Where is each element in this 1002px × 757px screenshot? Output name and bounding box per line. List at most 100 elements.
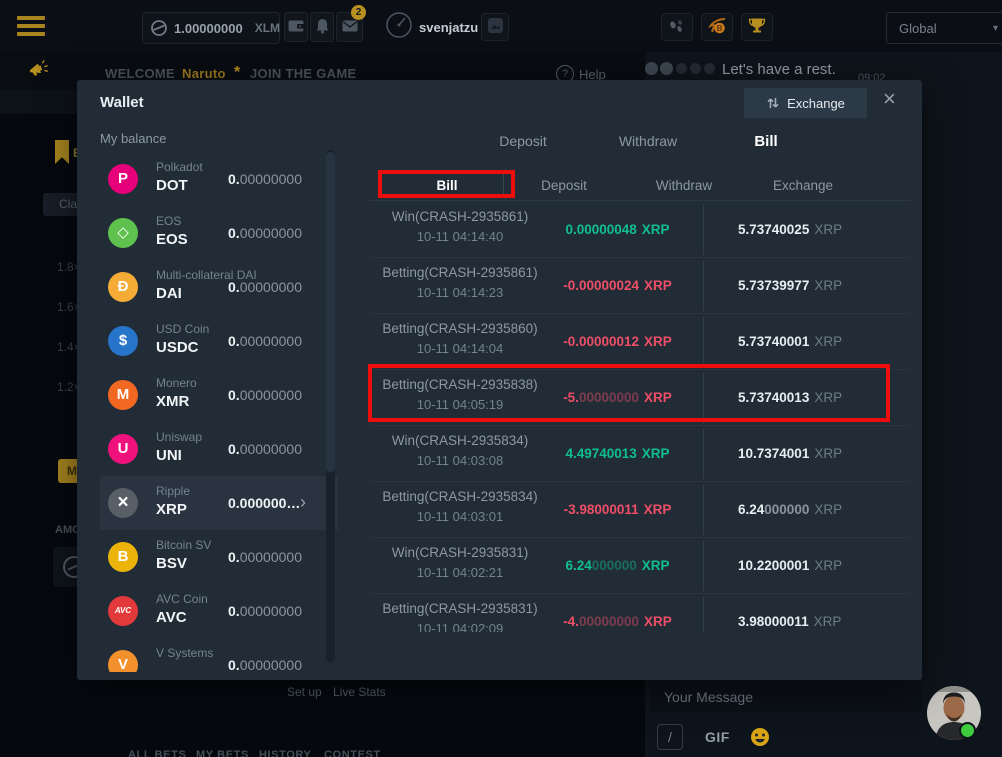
coin-row-avc[interactable]: AVC AVC Coin AVC 0.00000000 <box>100 584 338 638</box>
coin-balance: 0.00000000 <box>228 333 302 349</box>
coin-row-usdc[interactable]: $ USD Coin USDC 0.00000000 <box>100 314 338 368</box>
column-divider <box>703 597 704 632</box>
megaphone-icon <box>27 58 51 87</box>
media-button[interactable] <box>481 13 509 41</box>
tab-deposit[interactable]: Deposit <box>499 133 546 149</box>
transaction-balance: 5.73739977XRP <box>738 258 842 314</box>
table-row: Win(CRASH-2935834) 10-11 04:03:08 4.4974… <box>370 426 910 482</box>
uniswap-coin-icon: U <box>108 434 138 464</box>
transaction-time: 10-11 04:02:21 <box>370 565 550 580</box>
transaction-amount: -0.00000024XRP <box>530 258 705 314</box>
coin-balance: 0.00000000 <box>228 657 302 672</box>
coin-name: USD Coin <box>156 322 209 336</box>
transaction-label: Betting(CRASH-2935834) <box>370 489 550 504</box>
balance-amount: 1.00000000 <box>174 21 243 36</box>
top-bar: 1.00000000 XLM ▾ 2 svenjatzu ▾ B <box>0 0 1002 53</box>
transaction-label: Betting(CRASH-2935838) <box>370 377 550 392</box>
transaction-label: Betting(CRASH-2935860) <box>370 321 550 336</box>
tab-withdraw[interactable]: Withdraw <box>619 133 677 149</box>
transactions-table: Win(CRASH-2935861) 10-11 04:14:40 0.0000… <box>370 202 910 632</box>
coin-symbol: DOT <box>156 177 188 194</box>
emoji-button[interactable] <box>750 727 770 752</box>
coin-list-scrollbar-thumb[interactable] <box>326 152 335 472</box>
subtab-bill[interactable]: Bill <box>436 178 457 193</box>
user-avatar-icon <box>386 12 412 43</box>
medal-icon <box>690 63 701 74</box>
coin-row-dai[interactable]: Đ Multi-collateral DAI DAI 0.00000000 <box>100 260 338 314</box>
transaction-label: Win(CRASH-2935831) <box>370 545 550 560</box>
transaction-label: Betting(CRASH-2935861) <box>370 265 550 280</box>
coin-row-uni[interactable]: U Uniswap UNI 0.00000000 <box>100 422 338 476</box>
dai-coin-icon: Đ <box>108 272 138 302</box>
crypto-fire-button[interactable]: B <box>701 13 733 41</box>
coin-symbol: BSV <box>156 555 187 572</box>
coin-symbol: XRP <box>156 501 187 518</box>
column-divider <box>703 541 704 591</box>
wallet-icon <box>288 19 304 36</box>
medal-icon <box>660 62 673 75</box>
header-divider <box>503 170 504 198</box>
coin-name: EOS <box>156 214 181 228</box>
gif-button[interactable]: GIF <box>705 729 730 745</box>
column-divider <box>703 261 704 311</box>
avc-coin-icon: AVC <box>108 596 138 626</box>
transaction-balance: 5.73740013XRP <box>738 370 842 426</box>
balance-selector[interactable]: 1.00000000 XLM ▾ <box>142 12 280 44</box>
live-stats-link[interactable]: Live Stats <box>333 685 386 699</box>
coin-name: V Systems <box>156 646 213 660</box>
transaction-time: 10-11 04:14:04 <box>370 341 550 356</box>
transaction-label: Win(CRASH-2935834) <box>370 433 550 448</box>
messages-button[interactable]: 2 <box>336 12 363 42</box>
coin-row-xrp-selected[interactable]: × Ripple XRP 0.000000… › <box>100 476 338 530</box>
user-menu[interactable]: svenjatzu ▾ <box>386 12 488 42</box>
mail-icon <box>342 20 358 35</box>
transaction-time: 10-11 04:03:01 <box>370 509 550 524</box>
wallet-button[interactable] <box>284 12 308 42</box>
coin-name: Polkadot <box>156 160 203 174</box>
subtab-withdraw[interactable]: Withdraw <box>656 178 712 193</box>
my-balance-label: My balance <box>100 131 166 146</box>
svg-text:B: B <box>716 24 722 33</box>
medal-icon <box>676 63 687 74</box>
bsv-coin-icon: B <box>108 542 138 572</box>
tab-my-bets[interactable]: MY BETS <box>196 749 249 757</box>
coin-row-eos[interactable]: ◇ EOS EOS 0.00000000 <box>100 206 338 260</box>
menu-button[interactable] <box>17 16 45 38</box>
subtab-deposit[interactable]: Deposit <box>541 178 587 193</box>
transaction-amount: -0.00000012XRP <box>530 314 705 370</box>
polkadot-coin-icon: P <box>108 164 138 194</box>
contest-trophy-button[interactable] <box>741 13 773 41</box>
tab-contest[interactable]: CONTEST <box>324 749 381 757</box>
online-status-dot <box>959 722 976 739</box>
rain-button[interactable] <box>661 13 693 41</box>
tab-history[interactable]: HISTORY <box>259 749 312 757</box>
subtab-exchange[interactable]: Exchange <box>773 178 833 193</box>
tab-bill[interactable]: Bill <box>754 133 777 150</box>
transaction-balance: 10.7374001XRP <box>738 426 842 482</box>
table-row-highlighted: Betting(CRASH-2935838) 10-11 04:05:19 -5… <box>370 370 910 426</box>
chevron-right-icon: › <box>300 492 306 513</box>
coin-row-xmr[interactable]: M Monero XMR 0.00000000 <box>100 368 338 422</box>
vsystems-coin-icon: V <box>108 650 138 672</box>
xrp-coin-icon: × <box>108 488 138 518</box>
modal-title: Wallet <box>100 94 144 111</box>
setup-link[interactable]: Set up <box>287 685 322 699</box>
coin-row-vsys[interactable]: V V Systems 0.00000000 <box>100 638 338 672</box>
channel-selector[interactable]: Global ▾ <box>886 12 1002 44</box>
xlm-coin-icon <box>150 19 168 37</box>
exchange-arrows-icon <box>766 96 780 110</box>
transaction-balance: 6.24000000XRP <box>738 482 842 538</box>
welcome-username: Naruto <box>182 66 226 81</box>
exchange-button[interactable]: Exchange <box>744 88 867 118</box>
tab-all-bets[interactable]: ALL BETS <box>128 749 186 757</box>
coin-row-dot[interactable]: P Polkadot DOT 0.00000000 <box>100 152 338 206</box>
coin-row-bsv[interactable]: B Bitcoin SV BSV 0.00000000 <box>100 530 338 584</box>
slash-command-button[interactable]: / <box>657 724 683 750</box>
notifications-button[interactable] <box>310 12 334 42</box>
monero-coin-icon: M <box>108 380 138 410</box>
table-row: Win(CRASH-2935861) 10-11 04:14:40 0.0000… <box>370 202 910 258</box>
transaction-amount: -3.98000011XRP <box>530 482 705 538</box>
chat-message-input[interactable] <box>650 682 922 712</box>
close-icon[interactable]: × <box>883 86 896 112</box>
transaction-amount: -4.00000000XRP <box>530 594 705 632</box>
